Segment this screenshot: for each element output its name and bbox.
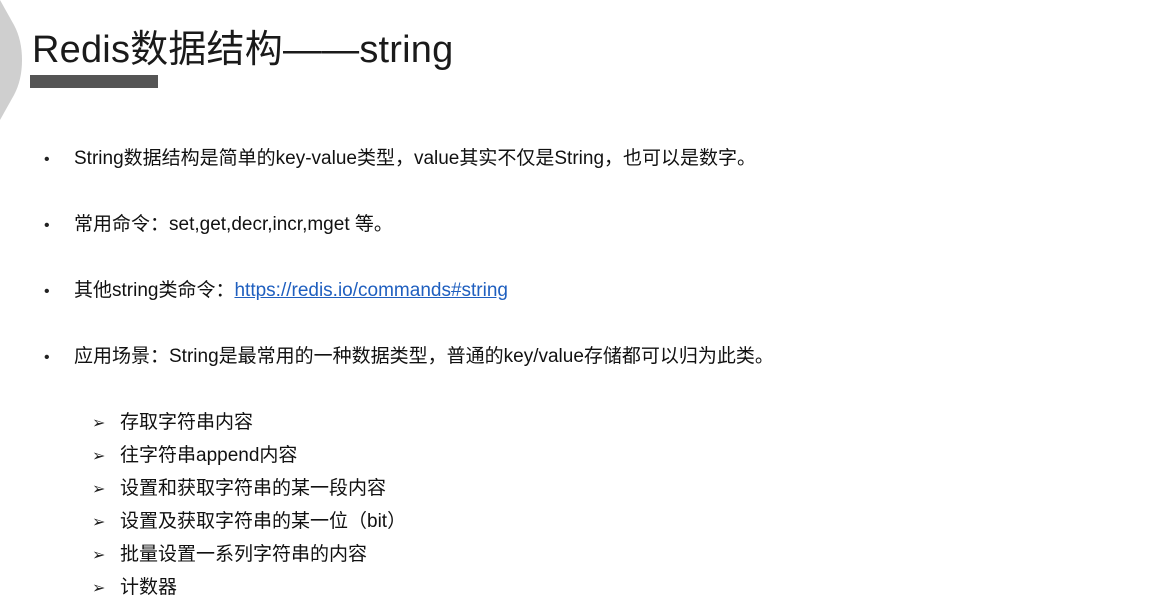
sub-item: ➢ 往字符串append内容 (92, 443, 297, 470)
arrow-bullet-icon: ➢ (92, 580, 106, 597)
bullet-icon: • (44, 283, 50, 300)
bullet-item-use-cases: • 应用场景：String是最常用的一种数据类型，普通的key/value存储都可… (44, 344, 774, 371)
sub-item: ➢ 设置及获取字符串的某一位（bit） (92, 509, 406, 536)
bullet-item-string-description: • String数据结构是简单的key-value类型，value其实不仅是Str… (44, 146, 756, 173)
bullet-text: 应用场景：String是最常用的一种数据类型，普通的key/value存储都可以… (74, 346, 774, 367)
arrow-bullet-icon: ➢ (92, 448, 106, 465)
sub-item: ➢ 计数器 (92, 575, 177, 602)
bullet-icon: • (44, 349, 50, 366)
bullet-text: 常用命令：set,get,decr,incr,mget 等。 (74, 214, 393, 235)
bullet-icon: • (44, 151, 50, 168)
arrow-bullet-icon: ➢ (92, 514, 106, 531)
sub-item: ➢ 设置和获取字符串的某一段内容 (92, 476, 386, 503)
title-underline-bar (30, 75, 158, 88)
sub-item-text: 存取字符串内容 (120, 412, 254, 433)
redis-commands-link[interactable]: https://redis.io/commands#string (234, 280, 508, 301)
bullet-item-common-commands: • 常用命令：set,get,decr,incr,mget 等。 (44, 212, 393, 239)
slide-title: Redis数据结构——string (32, 29, 454, 71)
bullet-item-other-commands: • 其他string类命令：https://redis.io/commands#s… (44, 278, 508, 305)
sub-item-text: 设置和获取字符串的某一段内容 (120, 478, 387, 499)
arrow-bullet-icon: ➢ (92, 547, 106, 564)
sub-item-text: 往字符串append内容 (120, 445, 298, 466)
bullet-icon: • (44, 217, 50, 234)
sub-item-text: 批量设置一系列字符串的内容 (120, 544, 368, 565)
sub-item: ➢ 批量设置一系列字符串的内容 (92, 542, 367, 569)
sub-item-text: 设置及获取字符串的某一位（bit） (120, 511, 407, 532)
bullet-text-prefix: 其他string类命令： (74, 280, 235, 301)
sub-item-text: 计数器 (120, 577, 178, 598)
arrow-bullet-icon: ➢ (92, 415, 106, 432)
arrow-bullet-icon: ➢ (92, 481, 106, 498)
sub-item: ➢ 存取字符串内容 (92, 410, 253, 437)
bullet-text: String数据结构是简单的key-value类型，value其实不仅是Stri… (74, 148, 757, 169)
